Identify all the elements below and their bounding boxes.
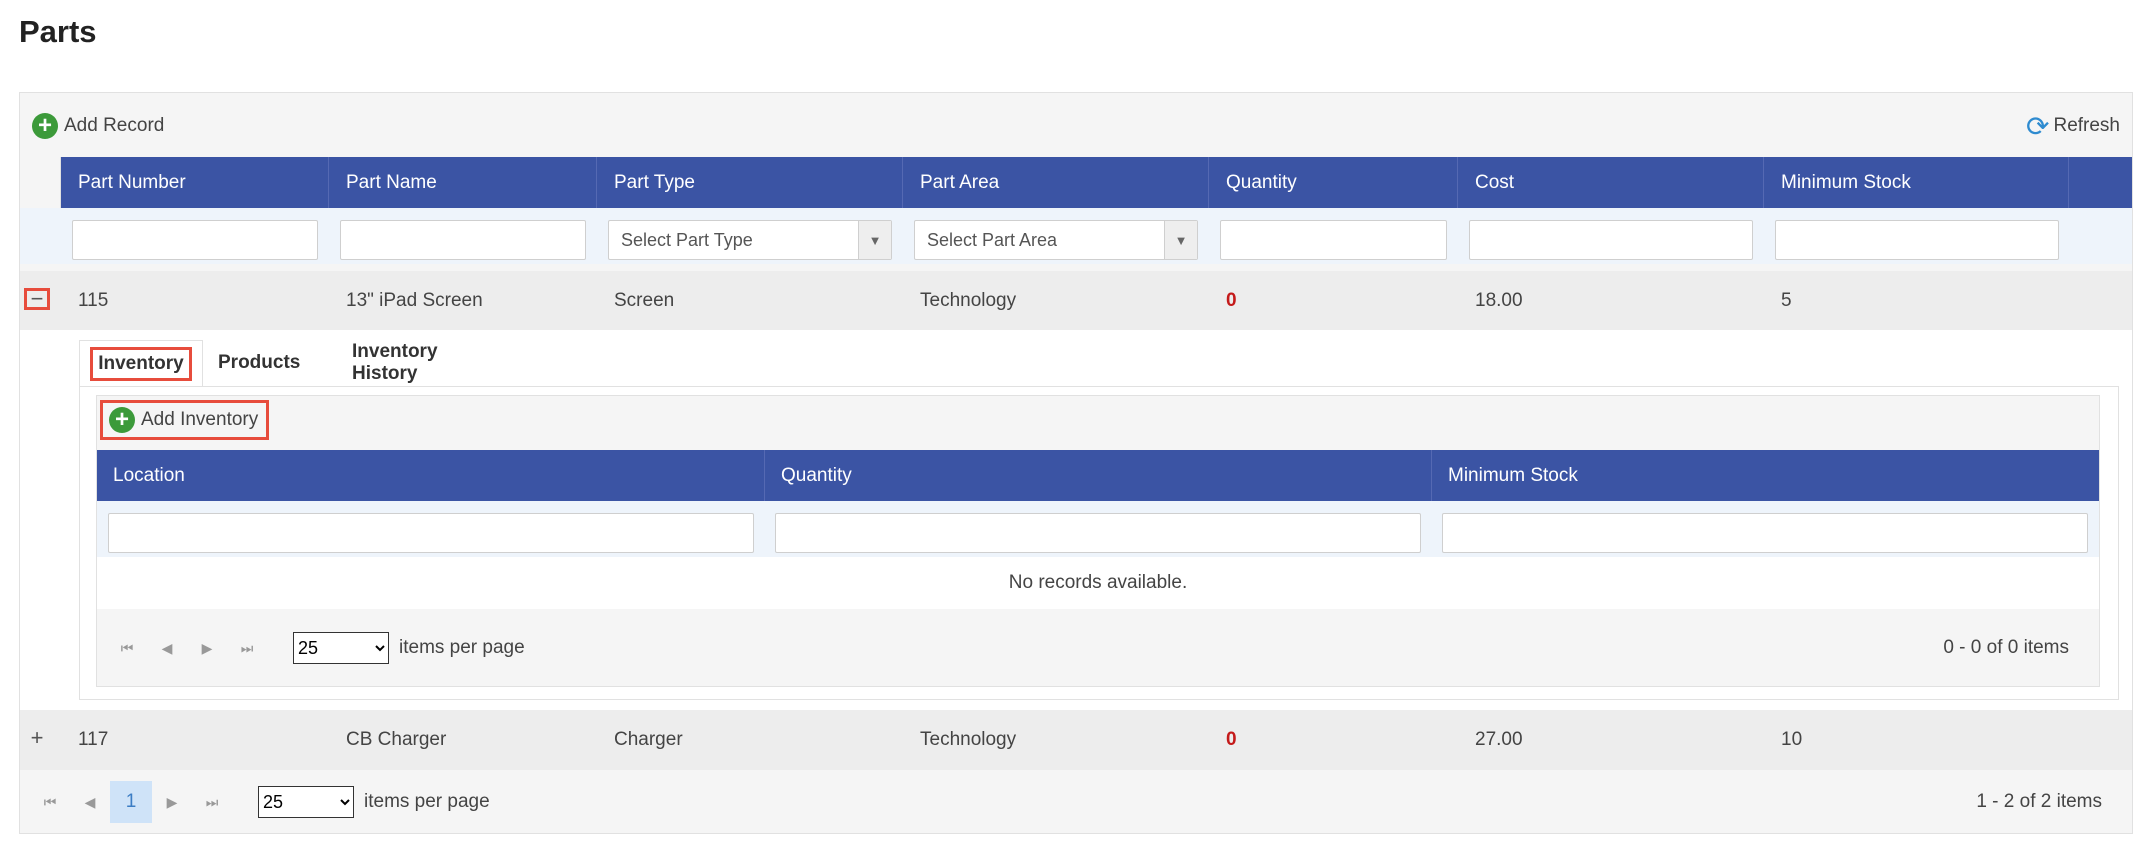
filter-quantity-input[interactable]: [1220, 220, 1447, 260]
cell-quantity: 0: [1226, 290, 1237, 311]
column-header-quantity[interactable]: Quantity: [765, 450, 1432, 501]
add-inventory-button[interactable]: + Add Inventory: [100, 400, 270, 440]
column-header-cost[interactable]: Cost: [1458, 157, 1764, 208]
grid-header: Part Number Part Name Part Type Part Are…: [61, 157, 2132, 208]
cell-part-type: Charger: [614, 729, 683, 750]
cell-part-name: CB Charger: [346, 729, 447, 750]
cell-part-area: Technology: [920, 290, 1017, 311]
add-inventory-label: Add Inventory: [141, 409, 259, 430]
last-page-icon[interactable]: ⏭: [192, 794, 232, 811]
filter-minimum-stock-input[interactable]: [1775, 220, 2059, 260]
filter-cost-input[interactable]: [1469, 220, 1753, 260]
next-page-icon[interactable]: ▶: [152, 794, 192, 811]
cell-minimum-stock: 10: [1781, 729, 1803, 750]
column-header-quantity[interactable]: Quantity: [1209, 157, 1458, 208]
collapse-row-button[interactable]: −: [24, 288, 50, 310]
inventory-filter-row: [97, 501, 2099, 557]
refresh-icon: ⟳: [2026, 110, 2050, 142]
cell-part-number: 117: [78, 729, 109, 750]
cell-part-name: 13" iPad Screen: [346, 290, 483, 311]
chevron-down-icon[interactable]: ▼: [858, 221, 891, 259]
page-size-select[interactable]: 25: [293, 632, 389, 664]
last-page-icon[interactable]: ⏭: [227, 640, 267, 657]
tab-products[interactable]: Products: [218, 340, 300, 386]
prev-page-icon[interactable]: ◀: [147, 640, 187, 657]
filter-row: Select Part Type ▼ Select Part Area ▼: [20, 208, 2132, 264]
items-per-page-label: items per page: [364, 791, 490, 812]
cell-quantity: 0: [1226, 729, 1237, 750]
filter-minimum-stock-input[interactable]: [1442, 513, 2088, 553]
table-row[interactable]: + 117 CB Charger Charger Technology 0 27…: [20, 710, 2132, 770]
cell-part-area: Technology: [920, 729, 1017, 750]
add-record-label: Add Record: [64, 115, 165, 136]
next-page-icon[interactable]: ▶: [187, 640, 227, 657]
column-header-part-name[interactable]: Part Name: [329, 157, 597, 208]
part-type-placeholder: Select Part Type: [621, 229, 753, 250]
filter-part-area-select[interactable]: Select Part Area ▼: [914, 220, 1198, 260]
page-number-current[interactable]: 1: [110, 781, 152, 823]
expand-row-button[interactable]: +: [24, 727, 50, 749]
inventory-pager: ⏮ ◀ ▶ ⏭ 25 items per page 0 - 0 of 0 ite…: [97, 617, 2099, 679]
cell-minimum-stock: 5: [1781, 290, 1792, 311]
inventory-tab-panel: + Add Inventory Location Quantity Minimu…: [79, 386, 2119, 700]
column-header-part-type[interactable]: Part Type: [597, 157, 903, 208]
cell-cost: 18.00: [1475, 290, 1523, 311]
filter-quantity-input[interactable]: [775, 513, 1421, 553]
inventory-grid: + Add Inventory Location Quantity Minimu…: [96, 395, 2100, 687]
plus-circle-icon: +: [109, 407, 135, 433]
items-per-page-label: items per page: [399, 637, 525, 658]
row-detail: Inventory Products Inventory History + A…: [20, 330, 2132, 710]
part-area-placeholder: Select Part Area: [927, 229, 1058, 250]
refresh-button[interactable]: ⟳ Refresh: [2026, 110, 2120, 142]
cell-cost: 27.00: [1475, 729, 1523, 750]
inventory-grid-header: Location Quantity Minimum Stock: [97, 450, 2099, 501]
column-header-part-number[interactable]: Part Number: [61, 157, 329, 208]
refresh-label: Refresh: [2053, 115, 2120, 136]
header-expander-cell: [20, 157, 61, 208]
tab-inventory[interactable]: Inventory: [79, 340, 203, 387]
column-header-minimum-stock[interactable]: Minimum Stock: [1432, 450, 2099, 501]
column-header-location[interactable]: Location: [97, 450, 765, 501]
filter-part-type-select[interactable]: Select Part Type ▼: [608, 220, 892, 260]
pager-info: 1 - 2 of 2 items: [1976, 791, 2102, 812]
empty-message: No records available.: [97, 557, 2099, 609]
cell-part-type: Screen: [614, 290, 675, 311]
page-size-select[interactable]: 25: [258, 786, 354, 818]
parts-grid: + Add Record ⟳ Refresh Part Number Part …: [19, 92, 2133, 834]
first-page-icon[interactable]: ⏮: [30, 794, 70, 811]
add-record-button[interactable]: + Add Record: [32, 111, 164, 141]
prev-page-icon[interactable]: ◀: [70, 794, 110, 811]
filter-part-name-input[interactable]: [340, 220, 586, 260]
page-title: Parts: [19, 14, 97, 49]
column-header-minimum-stock[interactable]: Minimum Stock: [1764, 157, 2069, 208]
cell-part-number: 115: [78, 290, 109, 311]
chevron-down-icon[interactable]: ▼: [1164, 221, 1197, 259]
plus-circle-icon: +: [32, 113, 58, 139]
first-page-icon[interactable]: ⏮: [107, 640, 147, 657]
filter-location-input[interactable]: [108, 513, 754, 553]
grid-pager: ⏮ ◀ 1 ▶ ⏭ 25 items per page 1 - 2 of 2 i…: [20, 771, 2132, 833]
tab-inventory-history[interactable]: Inventory History: [352, 340, 438, 386]
filter-part-number-input[interactable]: [72, 220, 318, 260]
grid-toolbar: + Add Record ⟳ Refresh: [20, 93, 2132, 157]
column-header-part-area[interactable]: Part Area: [903, 157, 1209, 208]
tab-inventory-label: Inventory: [90, 347, 192, 381]
table-row[interactable]: − 115 13" iPad Screen Screen Technology …: [20, 271, 2132, 331]
pager-info: 0 - 0 of 0 items: [1943, 637, 2069, 658]
